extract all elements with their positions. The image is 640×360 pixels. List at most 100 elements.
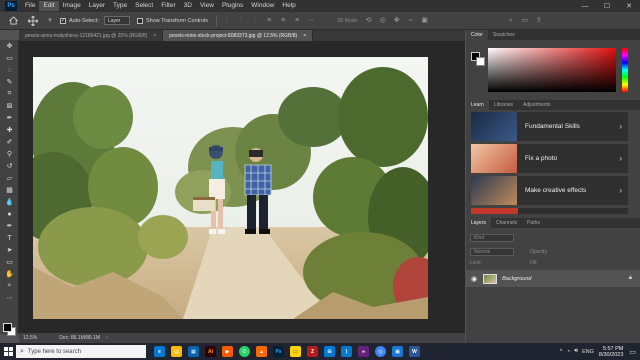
pen-tool-icon[interactable]: ✒ [0, 220, 19, 232]
menu-file[interactable]: File [21, 1, 39, 11]
minimize-icon[interactable]: — [574, 0, 596, 12]
tab-layers[interactable]: Layers [466, 218, 492, 228]
taskbar-app-vlc[interactable]: ▲ [254, 344, 269, 359]
tray-overflow-icon[interactable]: ^ [560, 349, 563, 355]
history-brush-tool-icon[interactable]: ↺ [0, 160, 19, 172]
tab-adjustments[interactable]: Adjustments [518, 100, 556, 110]
windows-start-icon[interactable] [0, 343, 16, 360]
menu-3d[interactable]: 3D [180, 1, 196, 11]
zoom-tool-icon[interactable]: ⌕ [0, 280, 19, 292]
menu-filter[interactable]: Filter [157, 1, 179, 11]
close-tab-icon[interactable]: × [153, 33, 156, 39]
color-picker-field[interactable] [488, 48, 616, 92]
learn-card-fundamental-skills[interactable]: Fundamental Skills › [471, 112, 628, 141]
3d-rotate-icon[interactable]: ⟲ [365, 17, 373, 25]
crop-tool-icon[interactable]: ⌗ [0, 88, 19, 100]
taskbar-app-chrome[interactable]: ◎ [373, 344, 388, 359]
3d-roll-icon[interactable]: ◎ [379, 17, 387, 25]
taskbar-app-photoshop[interactable]: Ps [271, 344, 286, 359]
taskbar-app-windows[interactable]: ⊞ [322, 344, 337, 359]
path-selection-tool-icon[interactable]: ➤ [0, 244, 19, 256]
clock[interactable]: 5:57 PM 8/30/2023 [599, 346, 623, 358]
healing-brush-tool-icon[interactable]: ✚ [0, 124, 19, 136]
taskbar-search-box[interactable]: ⌕ Type here to search [16, 345, 146, 358]
brush-tool-icon[interactable]: ✐ [0, 136, 19, 148]
learn-card-partial[interactable] [471, 208, 628, 214]
tab-color[interactable]: Color [466, 30, 488, 40]
auto-select-dropdown[interactable]: Layer [103, 16, 130, 25]
clone-stamp-tool-icon[interactable]: ⚲ [0, 148, 19, 160]
tab-channels[interactable]: Channels [491, 218, 522, 228]
volume-icon[interactable]: 🔊︎ [574, 348, 578, 355]
align-center-icon[interactable]: ⫶ [237, 17, 245, 25]
foreground-color-swatch[interactable] [3, 323, 12, 332]
tab-document-2[interactable]: pexels-mine-stock-project-8083373.jpg @ … [163, 30, 314, 41]
3d-slide-icon[interactable]: ⇔ [407, 17, 415, 25]
auto-select-checkbox[interactable]: ✓ [60, 17, 66, 24]
eraser-tool-icon[interactable]: ▱ [0, 172, 19, 184]
menu-select[interactable]: Select [131, 1, 157, 11]
workspace-icon[interactable]: ▭ [521, 17, 529, 25]
frame-tool-icon[interactable]: ⊠ [0, 100, 19, 112]
eyedropper-tool-icon[interactable]: ✒ [0, 112, 19, 124]
tab-swatches[interactable]: Swatches [488, 30, 520, 40]
tab-paths[interactable]: Paths [522, 218, 545, 228]
taskbar-app-photos[interactable]: ▣ [390, 344, 405, 359]
layer-filter-dropdown[interactable]: Kind [470, 234, 514, 242]
more-tools-icon[interactable]: ⋯ [0, 292, 19, 304]
menu-type[interactable]: Type [109, 1, 131, 11]
taskbar-app-explorer[interactable]: ▤ [169, 344, 184, 359]
tab-document-1[interactable]: pexels-anna-malysheva-12186421.jpg @ 25%… [19, 30, 164, 41]
share-icon[interactable]: ⇪ [535, 17, 543, 25]
rectangle-tool-icon[interactable]: ▭ [0, 256, 19, 268]
3d-pan-icon[interactable]: ✥ [393, 17, 401, 25]
show-transform-checkbox[interactable] [136, 17, 143, 24]
layer-row-background[interactable]: ◉ Background 🔒︎ [466, 270, 640, 287]
background-color-swatch[interactable] [476, 57, 485, 66]
hue-slider[interactable] [622, 48, 628, 92]
close-tab-icon[interactable]: × [303, 33, 306, 39]
taskbar-app-visual-studio[interactable]: ∞ [356, 344, 371, 359]
tab-libraries[interactable]: Libraries [489, 100, 518, 110]
notifications-icon[interactable]: ▭ [629, 348, 636, 356]
taskbar-app-whatsapp[interactable]: ✆ [237, 344, 252, 359]
taskbar-app-store[interactable]: ▦ [186, 344, 201, 359]
taskbar-app-filezilla[interactable]: Z [305, 344, 320, 359]
maximize-icon[interactable]: ☐ [596, 0, 618, 12]
more-options-icon[interactable]: ⋯ [307, 17, 315, 25]
close-window-icon[interactable]: ✕ [618, 0, 640, 12]
menu-help[interactable]: Help [278, 1, 299, 11]
lasso-tool-icon[interactable]: ◌ [0, 64, 19, 76]
taskbar-app-illustrator[interactable]: Ai [203, 344, 218, 359]
taskbar-app-files[interactable]: ▭ [288, 344, 303, 359]
tab-learn[interactable]: Learn [466, 100, 489, 110]
tool-preset-dropdown-icon[interactable]: ▾ [46, 17, 54, 25]
hand-tool-icon[interactable]: ✋ [0, 268, 19, 280]
3d-scale-icon[interactable]: ▣ [421, 17, 429, 25]
align-top-icon[interactable]: ≡ [265, 17, 273, 25]
taskbar-app-media[interactable]: ▶ [220, 344, 235, 359]
taskbar-app-vscode[interactable]: ⟩ [339, 344, 354, 359]
menu-image[interactable]: Image [59, 1, 85, 11]
gradient-tool-icon[interactable]: ▦ [0, 184, 19, 196]
menu-view[interactable]: View [196, 1, 218, 11]
align-left-icon[interactable]: ⫶ [223, 17, 231, 25]
photoshop-logo-icon[interactable]: Ps [5, 1, 17, 11]
move-tool-icon[interactable]: ✥ [0, 40, 19, 52]
type-tool-icon[interactable]: T [0, 232, 19, 244]
quick-select-tool-icon[interactable]: ✎ [0, 76, 19, 88]
status-menu-icon[interactable]: › [106, 335, 108, 341]
taskbar-app-word[interactable]: W [407, 344, 422, 359]
artboard-tool-icon[interactable]: ▭ [0, 52, 19, 64]
move-tool-icon[interactable] [26, 14, 40, 28]
menu-layer[interactable]: Layer [85, 1, 109, 11]
language-indicator[interactable]: ENG [582, 349, 594, 355]
menu-plugins[interactable]: Plugins [218, 1, 247, 11]
dodge-tool-icon[interactable]: ● [0, 208, 19, 220]
align-right-icon[interactable]: ⫶ [251, 17, 259, 25]
align-bottom-icon[interactable]: ≡ [293, 17, 301, 25]
blend-mode-dropdown[interactable]: Normal [470, 248, 514, 256]
home-icon[interactable] [6, 14, 20, 28]
align-middle-icon[interactable]: ≡ [279, 17, 287, 25]
learn-card-fix-a-photo[interactable]: Fix a photo › [471, 144, 628, 173]
